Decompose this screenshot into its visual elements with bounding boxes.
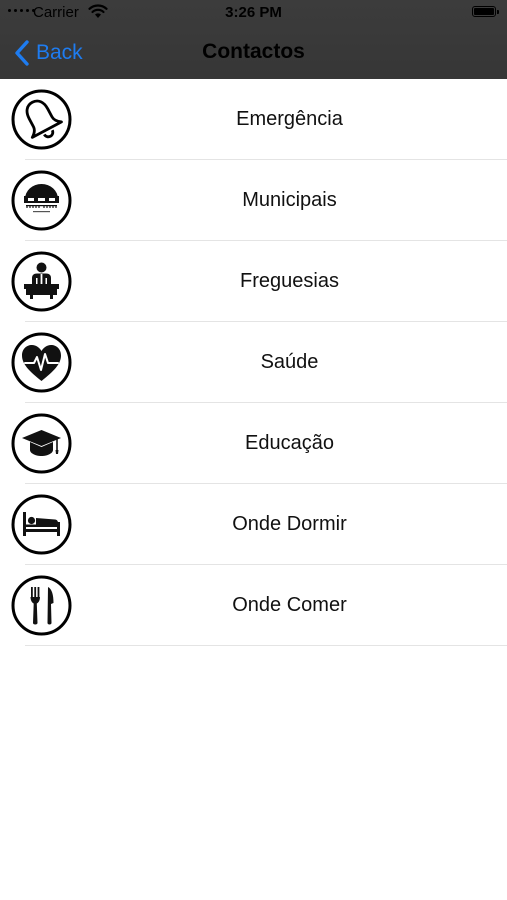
page-title: Contactos <box>202 40 305 63</box>
contacts-list: Emergência Municipais Freguesias Saúde E… <box>0 79 507 646</box>
app-screen: Carrier 3:26 PM Back Contactos Emergênci… <box>0 0 507 900</box>
header: Carrier 3:26 PM Back Contactos <box>0 0 507 79</box>
status-bar: Carrier 3:26 PM <box>0 0 507 26</box>
bed-icon <box>11 494 72 555</box>
list-item-label: Municipais <box>242 189 337 211</box>
battery-icon <box>472 6 499 17</box>
list-item-educacao[interactable]: Educação <box>0 403 507 484</box>
list-item-freguesias[interactable]: Freguesias <box>0 241 507 322</box>
list-item-saude[interactable]: Saúde <box>0 322 507 403</box>
heart-pulse-icon <box>11 332 72 393</box>
fork-knife-icon <box>11 575 72 636</box>
list-item-label: Onde Dormir <box>232 513 347 535</box>
person-desk-icon <box>11 251 72 312</box>
bell-icon <box>11 89 72 150</box>
list-item-label: Freguesias <box>240 270 339 292</box>
list-item-emergencia[interactable]: Emergência <box>0 79 507 160</box>
list-item-onde-dormir[interactable]: Onde Dormir <box>0 484 507 565</box>
municipal-logo-icon <box>11 170 72 231</box>
list-item-label: Emergência <box>236 108 343 130</box>
list-item-label: Saúde <box>260 351 319 373</box>
list-item-label: Onde Comer <box>232 594 347 616</box>
divider <box>25 645 507 646</box>
status-time: 3:26 PM <box>225 4 282 21</box>
list-item-onde-comer[interactable]: Onde Comer <box>0 565 507 646</box>
list-item-label: Educação <box>245 432 334 454</box>
nav-bar: Back Contactos <box>0 26 507 79</box>
graduation-cap-icon <box>11 413 72 474</box>
list-item-municipais[interactable]: Municipais <box>0 160 507 241</box>
